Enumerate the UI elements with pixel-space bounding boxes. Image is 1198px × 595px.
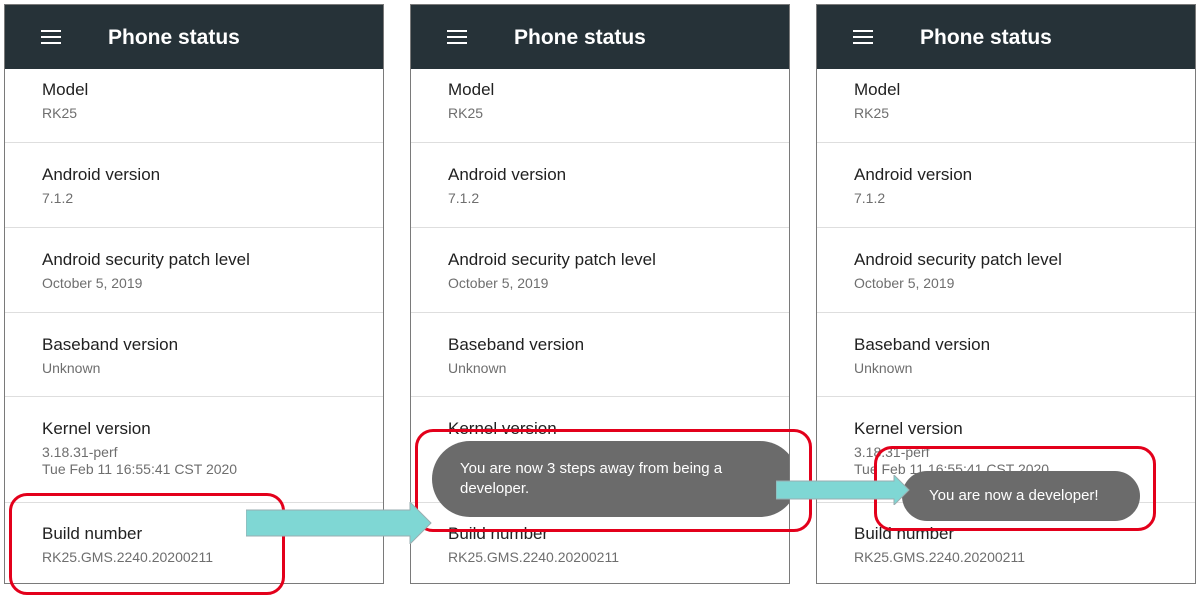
setting-value: RK25.GMS.2240.20200211 bbox=[448, 549, 619, 565]
setting-label: Kernel version bbox=[854, 419, 963, 438]
setting-value: 3.18.31-perf bbox=[42, 444, 118, 460]
setting-label: Android security patch level bbox=[42, 250, 250, 269]
setting-value: RK25 bbox=[854, 105, 890, 121]
setting-value: Unknown bbox=[448, 360, 507, 376]
setting-label: Model bbox=[448, 80, 495, 99]
hamburger-menu-icon[interactable] bbox=[447, 30, 467, 44]
setting-row-model[interactable]: Model RK25 bbox=[411, 69, 789, 143]
setting-value: RK25.GMS.2240.20200211 bbox=[854, 549, 1025, 565]
setting-row-security-patch[interactable]: Android security patch level October 5, … bbox=[5, 228, 383, 313]
setting-label: Baseband version bbox=[448, 335, 585, 354]
hamburger-menu-icon[interactable] bbox=[41, 30, 61, 44]
hamburger-menu-icon[interactable] bbox=[853, 30, 873, 44]
setting-row-android-version[interactable]: Android version 7.1.2 bbox=[411, 143, 789, 228]
setting-value: October 5, 2019 bbox=[448, 275, 549, 291]
setting-label: Baseband version bbox=[854, 335, 991, 354]
setting-row-android-version[interactable]: Android version 7.1.2 bbox=[817, 143, 1195, 228]
arrow-right-icon bbox=[246, 502, 432, 544]
setting-label: Kernel version bbox=[42, 419, 151, 438]
setting-value: October 5, 2019 bbox=[42, 275, 143, 291]
setting-label: Android security patch level bbox=[448, 250, 656, 269]
setting-label: Android version bbox=[448, 165, 567, 184]
page-title: Phone status bbox=[108, 26, 240, 49]
app-bar: Phone status bbox=[817, 5, 1195, 69]
setting-value-date: Tue Feb 11 16:55:41 CST 2020 bbox=[42, 461, 238, 477]
setting-row-baseband-version[interactable]: Baseband version Unknown bbox=[817, 313, 1195, 397]
page-title: Phone status bbox=[514, 26, 646, 49]
setting-row-baseband-version[interactable]: Baseband version Unknown bbox=[5, 313, 383, 397]
page-title: Phone status bbox=[920, 26, 1052, 49]
highlight-toast-developer bbox=[874, 446, 1156, 531]
setting-row-model[interactable]: Model RK25 bbox=[817, 69, 1195, 143]
highlight-toast-steps bbox=[415, 429, 812, 532]
setting-value: RK25 bbox=[42, 105, 78, 121]
setting-row-android-version[interactable]: Android version 7.1.2 bbox=[5, 143, 383, 228]
setting-value: 7.1.2 bbox=[854, 190, 886, 206]
setting-value: October 5, 2019 bbox=[854, 275, 955, 291]
app-bar: Phone status bbox=[411, 5, 789, 69]
setting-label: Model bbox=[42, 80, 89, 99]
app-bar: Phone status bbox=[5, 5, 383, 69]
setting-row-security-patch[interactable]: Android security patch level October 5, … bbox=[817, 228, 1195, 313]
setting-value: Unknown bbox=[854, 360, 913, 376]
setting-value: Unknown bbox=[42, 360, 101, 376]
setting-row-kernel-version[interactable]: Kernel version 3.18.31-perf Tue Feb 11 1… bbox=[5, 397, 383, 503]
setting-row-model[interactable]: Model RK25 bbox=[5, 69, 383, 143]
highlight-build-number bbox=[9, 493, 285, 595]
setting-value: 7.1.2 bbox=[448, 190, 480, 206]
setting-label: Baseband version bbox=[42, 335, 179, 354]
setting-value: 7.1.2 bbox=[42, 190, 74, 206]
setting-label: Android version bbox=[42, 165, 161, 184]
arrow-right-icon bbox=[776, 475, 910, 505]
setting-label: Model bbox=[854, 80, 901, 99]
setting-label: Android security patch level bbox=[854, 250, 1062, 269]
setting-value: RK25 bbox=[448, 105, 484, 121]
setting-label: Android version bbox=[854, 165, 973, 184]
setting-row-security-patch[interactable]: Android security patch level October 5, … bbox=[411, 228, 789, 313]
setting-row-baseband-version[interactable]: Baseband version Unknown bbox=[411, 313, 789, 397]
